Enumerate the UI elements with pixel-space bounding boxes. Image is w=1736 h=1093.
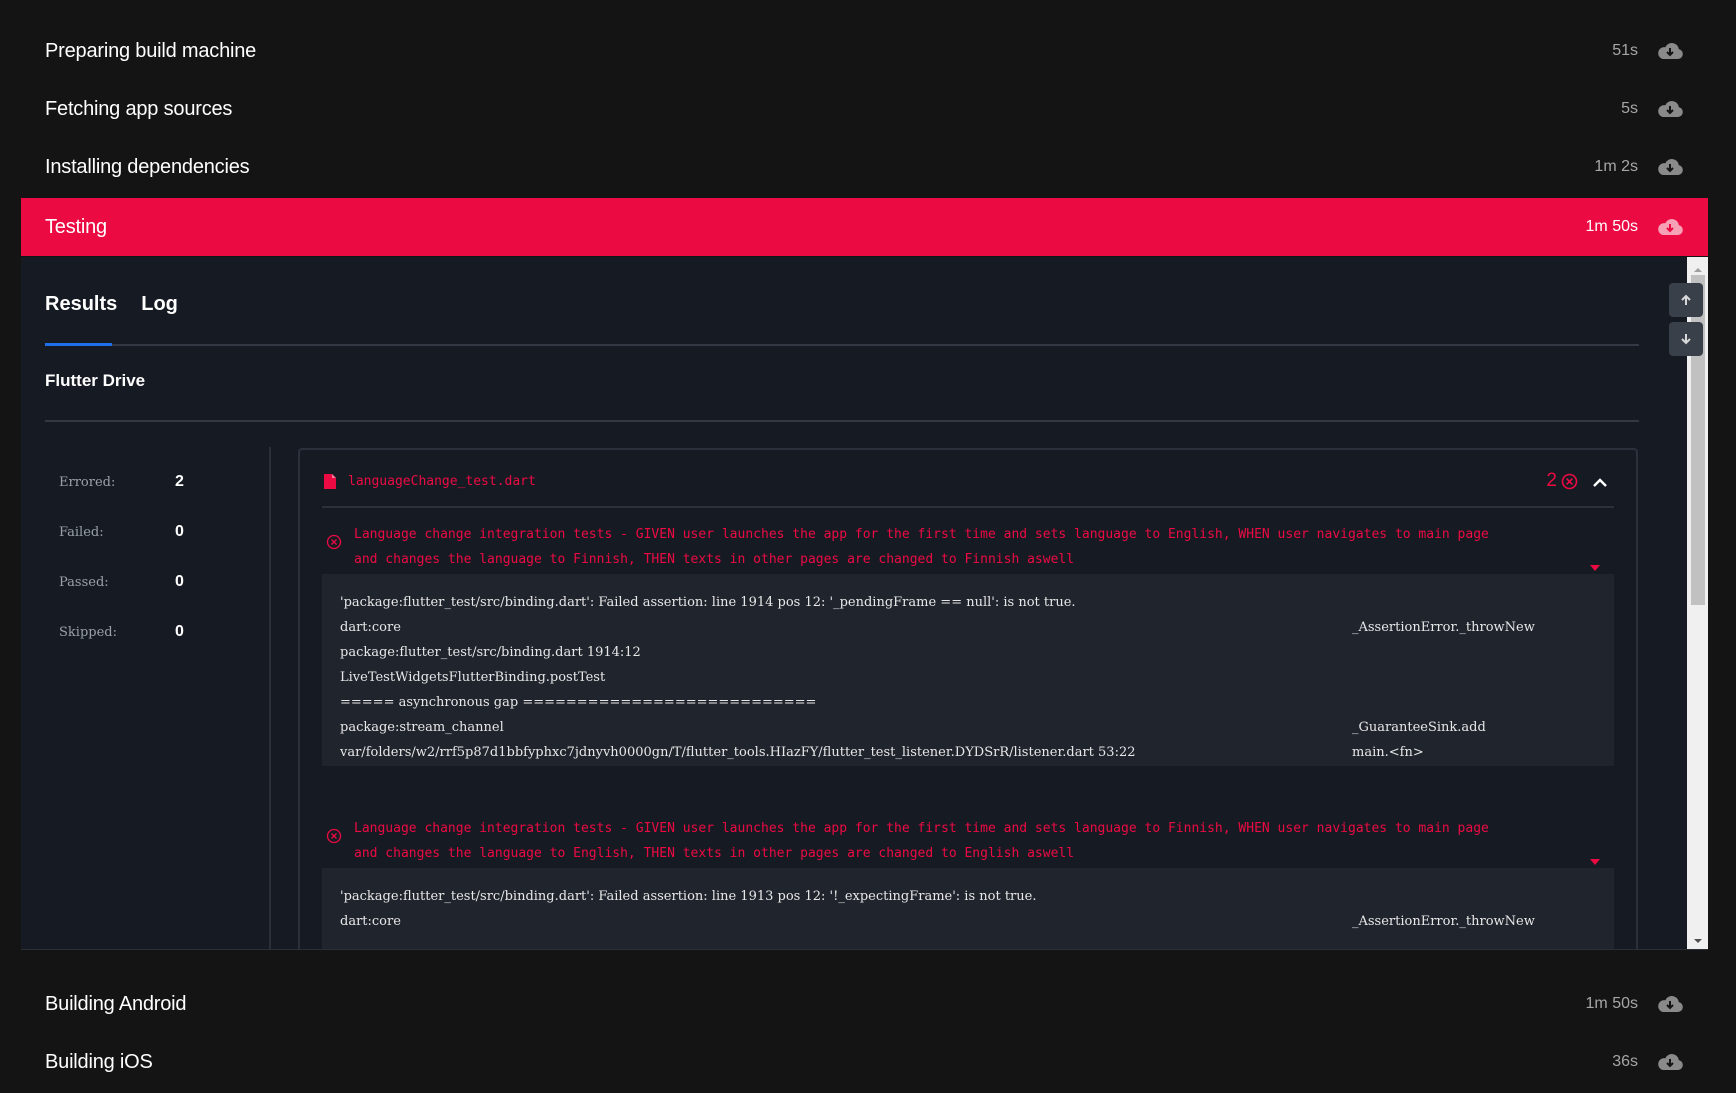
step-label: Installing dependencies [45,155,250,178]
trace-left: package:stream_channel [340,720,504,735]
trace-line: package:flutter_test/src/binding.dart 19… [340,640,1596,665]
scrollbar-up-arrow[interactable] [1692,262,1704,272]
cloud-download-icon[interactable] [1656,216,1684,238]
error-count-badge: 2 [1546,470,1578,492]
stat-value: 0 [175,623,184,640]
circle-x-icon [326,534,342,550]
step-duration: 1m 2s [1594,158,1638,175]
test-file-card: languageChange_test.dart 2 Language chan… [298,448,1638,949]
cloud-download-icon[interactable] [1656,40,1684,62]
trace-right: _GuaranteeSink.add [1352,720,1486,735]
trace-line: 'package:flutter_test/src/binding.dart':… [340,590,1596,615]
step-label: Testing [45,215,107,238]
stat-key: Passed: [59,574,109,590]
tab-active-indicator [45,343,112,346]
file-header[interactable]: languageChange_test.dart 2 [322,470,1614,508]
step-row-testing[interactable]: Testing 1m 50s [21,198,1708,256]
arrow-up-icon [1681,294,1691,305]
stat-passed: Passed: 0 [59,573,184,591]
trace-line: 'package:flutter_test/src/binding.dart':… [340,884,1596,909]
step-row-preparing[interactable]: Preparing build machine 51s [21,22,1708,80]
step-label: Preparing build machine [45,39,257,62]
arrow-down-icon [1681,334,1691,345]
trace-left: 'package:flutter_test/src/binding.dart':… [340,595,1076,610]
trace-left: ===== asynchronous gap =================… [340,695,817,710]
step-duration: 1m 50s [1585,995,1638,1012]
test-title-line: and changes the language to Finnish, THE… [354,552,1075,567]
test-case-title: Language change integration tests - GIVE… [354,522,1600,572]
step-duration: 51s [1612,42,1638,59]
circle-x-icon [326,828,342,844]
step-row-building-ios[interactable]: Building iOS 36s [21,1033,1708,1091]
stat-key: Skipped: [59,624,117,640]
cloud-download-icon[interactable] [1656,993,1684,1015]
section-title: Flutter Drive [45,371,146,390]
result-tabs: Results Log [45,293,178,316]
stat-key: Failed: [59,524,104,540]
trace-left: package:flutter_test/src/binding.dart 19… [340,645,641,660]
scroll-bottom-button[interactable] [1669,322,1703,356]
cloud-download-icon[interactable] [1656,1051,1684,1073]
trace-left: dart:core [340,620,401,635]
testing-panel: Results Log Flutter Drive Errored: 2 Fai… [21,257,1708,950]
test-title-line: Language change integration tests - GIVE… [354,821,1489,836]
stat-key: Errored: [59,474,116,490]
trace-right: main.<fn> [1352,745,1424,760]
stat-skipped: Skipped: 0 [59,623,184,641]
trace-line: dart:core _AssertionError._throwNew [340,909,1596,934]
tab-divider [45,344,1639,346]
stack-trace: 'package:flutter_test/src/binding.dart':… [322,868,1614,949]
trace-left: LiveTestWidgetsFlutterBinding.postTest [340,670,606,685]
step-row-installing[interactable]: Installing dependencies 1m 2s [21,138,1708,196]
trace-line: var/folders/w2/rrf5p87d1bbfyphxc7jdnyvh0… [340,740,1596,765]
step-label: Fetching app sources [45,97,233,120]
trace-line: dart:core _AssertionError._throwNew [340,615,1596,640]
step-duration: 36s [1612,1053,1638,1070]
chevron-up-icon[interactable] [1592,476,1608,488]
test-case-header[interactable]: Language change integration tests - GIVE… [322,816,1614,866]
trace-left: var/folders/w2/rrf5p87d1bbfyphxc7jdnyvh0… [340,745,1136,760]
step-duration: 1m 50s [1585,218,1638,235]
test-case-title: Language change integration tests - GIVE… [354,816,1600,866]
circle-x-icon [1561,473,1578,489]
test-title-line: and changes the language to English, THE… [354,846,1075,861]
error-count: 2 [1546,470,1557,491]
stat-value: 0 [175,523,184,540]
section-divider [45,420,1639,422]
stats-summary: Errored: 2 Failed: 0 Passed: 0 Skipped: … [45,447,271,949]
tab-log[interactable]: Log [141,293,178,316]
trace-right: _AssertionError._throwNew [1352,620,1535,635]
step-row-fetching[interactable]: Fetching app sources 5s [21,80,1708,138]
stat-failed: Failed: 0 [59,523,184,541]
trace-left: dart:core [340,914,401,929]
chevron-down-icon[interactable] [1590,558,1600,571]
trace-line: LiveTestWidgetsFlutterBinding.postTest [340,665,1596,690]
step-duration: 5s [1621,100,1638,117]
scroll-top-button[interactable] [1669,283,1703,317]
test-case-header[interactable]: Language change integration tests - GIVE… [322,522,1614,572]
stat-value: 2 [175,473,184,490]
file-name: languageChange_test.dart [348,474,536,489]
step-row-building-android[interactable]: Building Android 1m 50s [21,975,1708,1033]
trace-line: package:stream_channel _GuaranteeSink.add [340,715,1596,740]
trace-right: _AssertionError._throwNew [1352,914,1535,929]
file-icon [324,474,336,489]
step-label: Building Android [45,992,187,1015]
cloud-download-icon[interactable] [1656,98,1684,120]
stack-trace: 'package:flutter_test/src/binding.dart':… [322,574,1614,766]
tab-results[interactable]: Results [45,293,117,316]
scrollbar-down-arrow[interactable] [1692,933,1704,943]
chevron-down-icon[interactable] [1590,852,1600,865]
test-title-line: Language change integration tests - GIVE… [354,527,1489,542]
trace-left: 'package:flutter_test/src/binding.dart':… [340,889,1037,904]
stat-errored: Errored: 2 [59,473,184,491]
stat-value: 0 [175,573,184,590]
step-label: Building iOS [45,1050,153,1073]
trace-line: ===== asynchronous gap =================… [340,690,1596,715]
cloud-download-icon[interactable] [1656,156,1684,178]
